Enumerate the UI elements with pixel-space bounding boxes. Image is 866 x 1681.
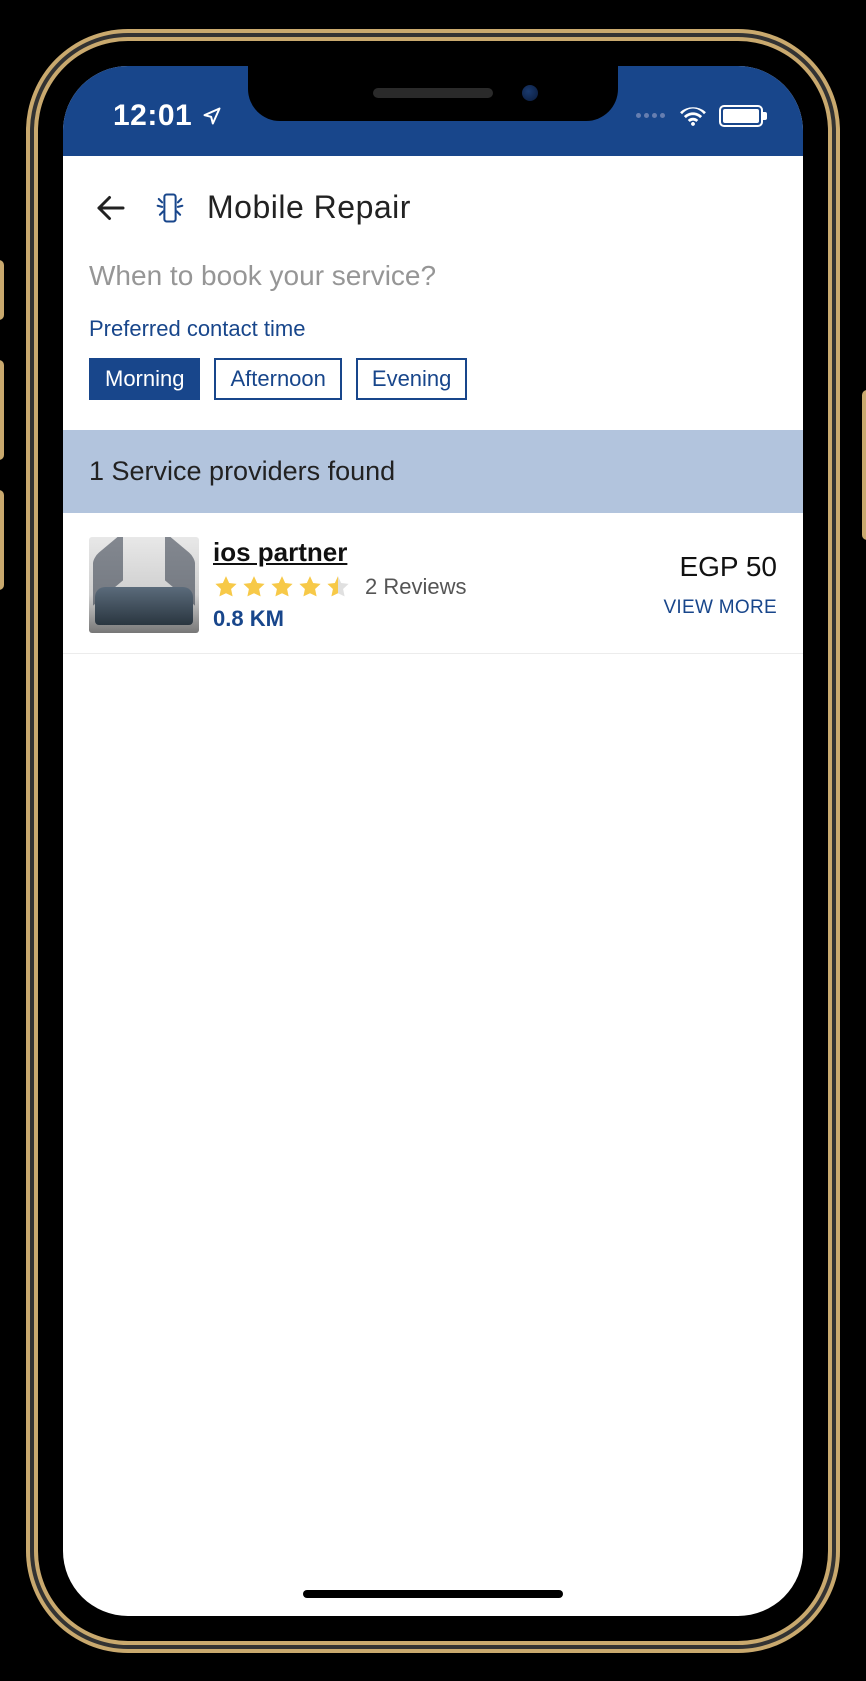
battery-icon [719,105,763,127]
provider-thumbnail [89,537,199,633]
volume-up-button [0,360,4,460]
provider-info: ios partner 2 Reviews 0.8 KM [213,537,649,633]
back-button[interactable] [89,186,133,230]
status-time: 12:01 [113,99,192,133]
volume-down-button [0,490,4,590]
star-icon [241,574,267,600]
provider-price: EGP 50 [679,551,777,583]
mobile-repair-icon [151,189,189,227]
booking-question: When to book your service? [89,260,777,292]
phone-frame: 12:01 [0,0,866,1681]
status-left: 12:01 [113,99,222,133]
screen: 12:01 [63,66,803,1616]
arrow-left-icon [93,190,129,226]
view-more-link[interactable]: VIEW MORE [663,597,777,619]
rating-row: 2 Reviews [213,574,649,600]
app-switcher-dots [636,113,665,118]
star-icon [297,574,323,600]
page-header: Mobile Repair [63,156,803,260]
notch [248,66,618,121]
time-options: Morning Afternoon Evening [89,358,777,400]
star-rating [213,574,351,600]
power-button [862,390,866,540]
results-banner: 1 Service providers found [63,430,803,513]
booking-section: When to book your service? Preferred con… [63,260,803,430]
phone-body: 12:01 [38,41,828,1641]
provider-price-col: EGP 50 VIEW MORE [663,537,777,633]
contact-time-label: Preferred contact time [89,316,777,342]
home-indicator[interactable] [303,1590,563,1598]
time-option-morning[interactable]: Morning [89,358,200,400]
time-option-evening[interactable]: Evening [356,358,468,400]
wifi-icon [679,105,707,127]
volume-mute-button [0,260,4,320]
front-camera [522,85,538,101]
star-icon [269,574,295,600]
location-icon [202,106,222,126]
time-option-afternoon[interactable]: Afternoon [214,358,341,400]
speaker [373,88,493,98]
status-right [636,105,763,127]
star-half-icon [325,574,351,600]
reviews-count: 2 Reviews [365,574,466,600]
star-icon [213,574,239,600]
page-title: Mobile Repair [207,189,411,226]
provider-card[interactable]: ios partner 2 Reviews 0.8 KM [63,513,803,654]
provider-name-link[interactable]: ios partner [213,537,649,568]
provider-distance: 0.8 KM [213,606,649,632]
